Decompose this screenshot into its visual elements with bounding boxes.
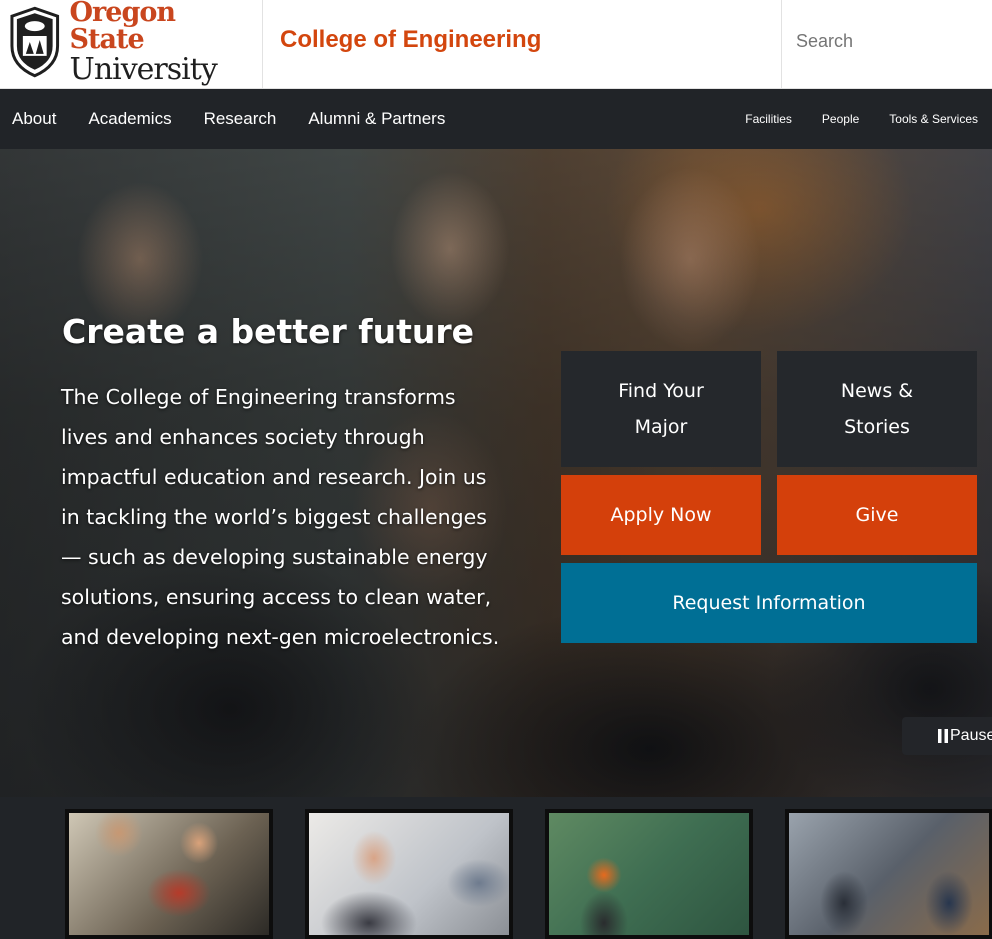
nav-tools-services[interactable]: Tools & Services (889, 112, 978, 126)
find-your-major-button[interactable]: Find Your Major (561, 351, 761, 467)
college-name-link[interactable]: College of Engineering (280, 26, 541, 54)
nav-alumni-partners[interactable]: Alumni & Partners (308, 109, 445, 129)
osu-logo[interactable]: Oregon State University (6, 0, 256, 85)
header-divider (262, 0, 263, 89)
news-stories-button[interactable]: News & Stories (777, 351, 977, 467)
hero-description: The College of Engineering transforms li… (61, 385, 500, 649)
feature-strip (0, 797, 992, 939)
nav-research[interactable]: Research (204, 109, 277, 129)
nav-academics[interactable]: Academics (88, 109, 171, 129)
nav-facilities[interactable]: Facilities (745, 112, 792, 126)
pause-icon (938, 729, 948, 743)
feature-card-makerspace[interactable] (65, 809, 273, 939)
nav-about[interactable]: About (12, 109, 56, 129)
osu-seal-icon (10, 6, 60, 78)
logo-university: University (69, 52, 218, 87)
hero-banner: Create a better future The College of En… (0, 149, 992, 797)
apply-now-button[interactable]: Apply Now (561, 475, 761, 555)
request-information-button[interactable]: Request Information (561, 563, 977, 643)
logo-oregon-state: Oregon State (69, 0, 176, 55)
feature-card-field-research[interactable] (545, 809, 753, 939)
primary-nav: About Academics Research Alumni & Partne… (0, 89, 465, 149)
nav-people[interactable]: People (822, 112, 859, 126)
hero-title: Create a better future (62, 312, 475, 351)
feature-card-career-fair[interactable] (785, 809, 992, 939)
pause-label: Pause (950, 727, 992, 744)
search-box (782, 0, 992, 89)
main-nav: About Academics Research Alumni & Partne… (0, 89, 992, 149)
give-button[interactable]: Give (777, 475, 977, 555)
search-input[interactable] (796, 26, 976, 56)
site-header: Oregon State University College of Engin… (0, 0, 992, 89)
pause-button[interactable]: Pause (902, 717, 992, 755)
feature-card-student-laptop[interactable] (305, 809, 513, 939)
secondary-nav: Facilities People Tools & Services (715, 89, 978, 149)
